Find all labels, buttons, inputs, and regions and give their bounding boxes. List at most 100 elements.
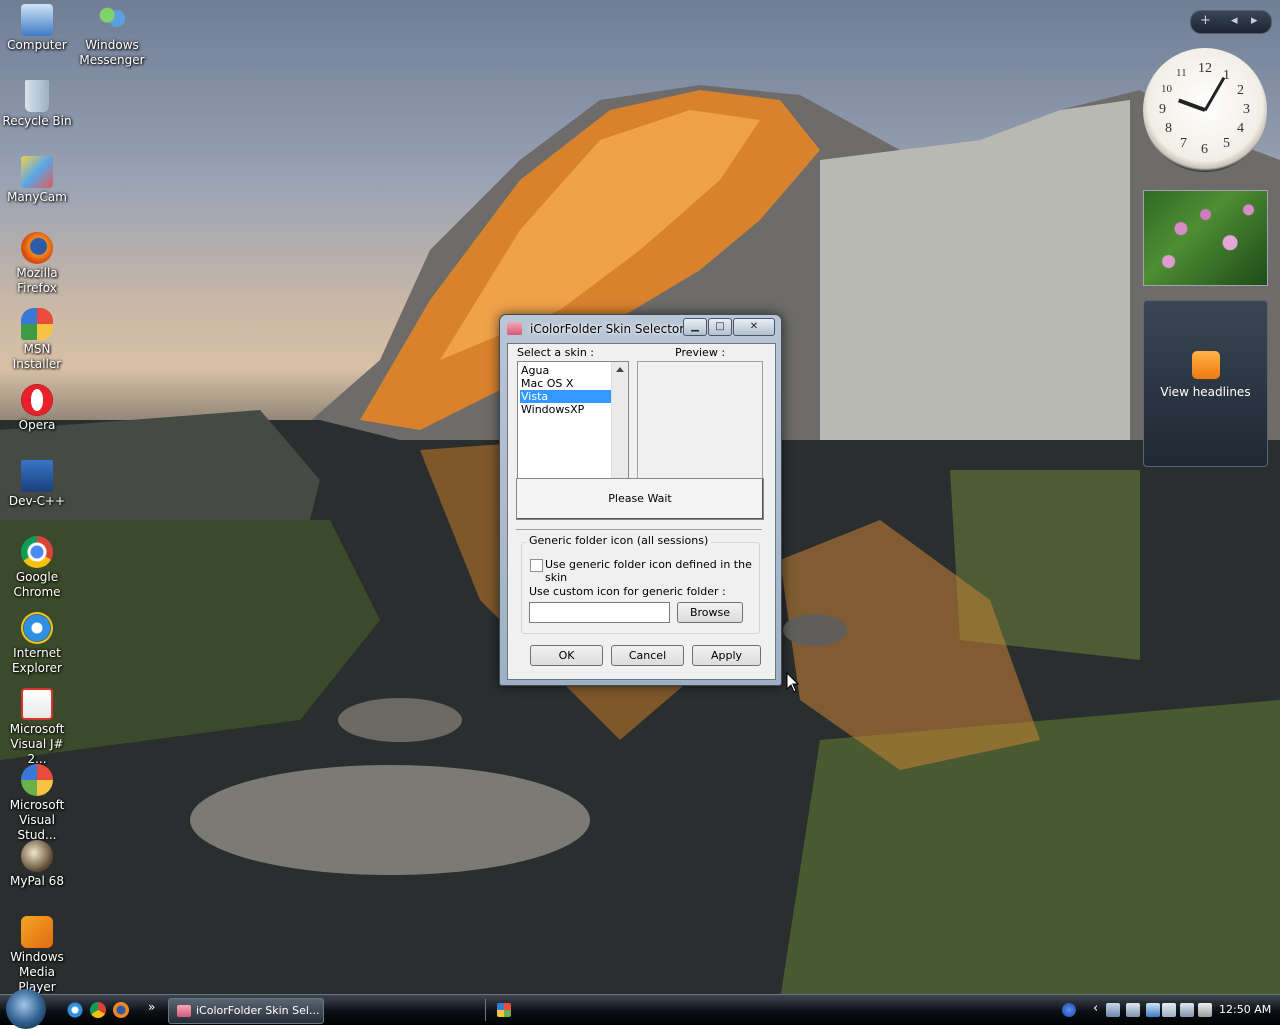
tray-expand-chevron[interactable]: ‹ [1093,1001,1098,1016]
clock-number: 5 [1223,136,1230,151]
apply-button[interactable]: Apply [692,645,761,666]
group-title: Generic folder icon (all sessions) [526,534,712,547]
use-generic-icon-label[interactable]: Use generic folder icon defined in the s… [545,558,759,584]
desktop-icon-windows-messenger[interactable]: Windows Messenger [75,4,149,68]
computer-tray-icon[interactable] [1146,1003,1160,1017]
clock-number: 8 [1165,121,1172,136]
desktop-icon-windows-media-player[interactable]: Windows Media Player [0,916,74,995]
skin-list-item[interactable]: Mac OS X [520,377,611,390]
dialog-title: iColorFolder Skin Selector [530,322,685,336]
add-gadget-button[interactable]: + [1200,13,1211,28]
opera-icon [21,384,53,416]
desktop-icon-mozilla-firefox[interactable]: Mozilla Firefox [0,232,74,296]
sidebar-controls: + ◂ ▸ [1190,10,1272,34]
speaker-icon[interactable] [1198,1003,1212,1017]
desktop-icon-dev-cpp[interactable]: Dev-C++ [0,460,74,509]
skin-list-item-selected[interactable]: Vista [520,390,611,403]
rss-icon [1192,351,1220,379]
separator [516,529,762,530]
please-wait-button[interactable]: Please Wait [516,478,764,520]
close-button[interactable]: ✕ [733,318,775,336]
desktop-icon-label: Microsoft Visual J# 2... [9,722,65,766]
clock-number: 3 [1243,102,1250,117]
mypal-icon [21,840,53,872]
clock-number: 9 [1159,102,1166,117]
clock-number: 10 [1161,83,1172,95]
volume-icon[interactable] [1162,1003,1176,1017]
taskbar-clock[interactable]: 12:50 AM [1219,1003,1271,1016]
minimize-button[interactable]: ▁ [683,318,707,336]
title-bar[interactable]: iColorFolder Skin Selector ▁ □ ✕ [500,315,781,341]
taskbar: » iColorFolder Skin Sel... ‹ 12:50 AM [0,989,1280,1029]
taskbar-button-icolorfolder[interactable]: iColorFolder Skin Sel... [168,998,324,1024]
clock-minute-hand [1203,76,1226,112]
messenger-icon [96,4,128,36]
ie-quicklaunch-icon[interactable] [67,1002,83,1018]
desktop-icon-label: Google Chrome [13,570,61,599]
desktop-icon-msn-installer[interactable]: MSN Installer [0,308,74,372]
desktop-icon-visual-j[interactable]: Microsoft Visual J# 2... [0,688,74,767]
clock-number: 1 [1223,68,1230,83]
ok-button[interactable]: OK [530,645,603,666]
desktop-icon-recycle-bin[interactable]: Recycle Bin [0,80,74,129]
next-page-button[interactable]: ▸ [1251,13,1258,28]
msn-icon [21,308,53,340]
media-player-icon [21,916,53,948]
desktop-icon-google-chrome[interactable]: Google Chrome [0,536,74,600]
chrome-quicklaunch-icon[interactable] [90,1002,106,1018]
visual-studio-icon [21,764,53,796]
desktop-icon-manycam[interactable]: ManyCam [0,156,74,205]
skin-selector-dialog: iColorFolder Skin Selector ▁ □ ✕ Select … [499,314,782,686]
taskbar-button-label: iColorFolder Skin Sel... [196,1004,320,1017]
help-icon[interactable] [1062,1003,1076,1017]
connection-icon[interactable] [1126,1003,1140,1017]
desktop-icon-label: Windows Media Player [10,950,64,994]
desktop-icon-visual-studio[interactable]: Microsoft Visual Stud... [0,764,74,843]
skin-list-item[interactable]: Agua [520,364,611,377]
desktop-icon-label: MSN Installer [12,342,62,371]
windows-flag-icon[interactable] [497,1003,511,1017]
desktop-icon-label: MyPal 68 [10,874,64,888]
select-skin-label: Select a skin : [517,346,594,359]
skin-listbox[interactable]: Agua Mac OS X Vista WindowsXP [517,361,629,479]
desktop-icon-mypal[interactable]: MyPal 68 [0,840,74,889]
firefox-icon [21,232,53,264]
network-icon[interactable] [1106,1003,1120,1017]
dialog-client-area: Select a skin : Preview : Agua Mac OS X … [507,343,776,680]
feed-headlines-gadget[interactable]: View headlines [1143,300,1268,467]
desktop-icon-label: Windows Messenger [79,38,145,67]
generic-folder-icon-group: Generic folder icon (all sessions) Use g… [521,534,760,634]
start-button[interactable] [6,989,46,1029]
browse-button[interactable]: Browse [677,602,743,623]
quicklaunch-chevron[interactable]: » [148,1000,155,1014]
desktop-icon-label: Internet Explorer [12,646,62,675]
firefox-quicklaunch-icon[interactable] [113,1002,129,1018]
listbox-scrollbar[interactable] [611,362,628,478]
desktop-icon-internet-explorer[interactable]: Internet Explorer [0,612,74,676]
desktop-icon-label: Computer [7,38,67,52]
desktop: Computer Windows Messenger Recycle Bin M… [0,0,1280,1024]
desktop-icon-label: Recycle Bin [2,114,72,128]
clock-number: 11 [1176,67,1187,79]
cancel-button[interactable]: Cancel [611,645,684,666]
desktop-icon-computer[interactable]: Computer [0,4,74,53]
visual-j-icon [21,688,53,720]
use-generic-icon-checkbox[interactable] [530,559,543,572]
view-headlines-label: View headlines [1160,385,1251,399]
skin-list-item[interactable]: WindowsXP [520,403,611,416]
clock-gadget[interactable]: 12 1 2 3 4 5 6 7 8 9 10 11 [1143,48,1267,172]
chrome-icon [21,536,53,568]
taskbar-divider [485,999,486,1021]
slideshow-gadget[interactable] [1143,190,1268,286]
skin-preview-pane [637,361,763,479]
desktop-icon-label: ManyCam [7,190,67,204]
clock-hour-hand [1178,98,1206,112]
devcpp-icon [21,460,53,492]
manycam-icon [21,156,53,188]
previous-page-button[interactable]: ◂ [1231,13,1238,28]
desktop-icon-opera[interactable]: Opera [0,384,74,433]
maximize-button[interactable]: □ [708,318,732,336]
monitor-icon[interactable] [1180,1003,1194,1017]
custom-icon-path-input[interactable] [529,602,670,623]
scroll-up-arrow-icon[interactable] [616,367,624,372]
